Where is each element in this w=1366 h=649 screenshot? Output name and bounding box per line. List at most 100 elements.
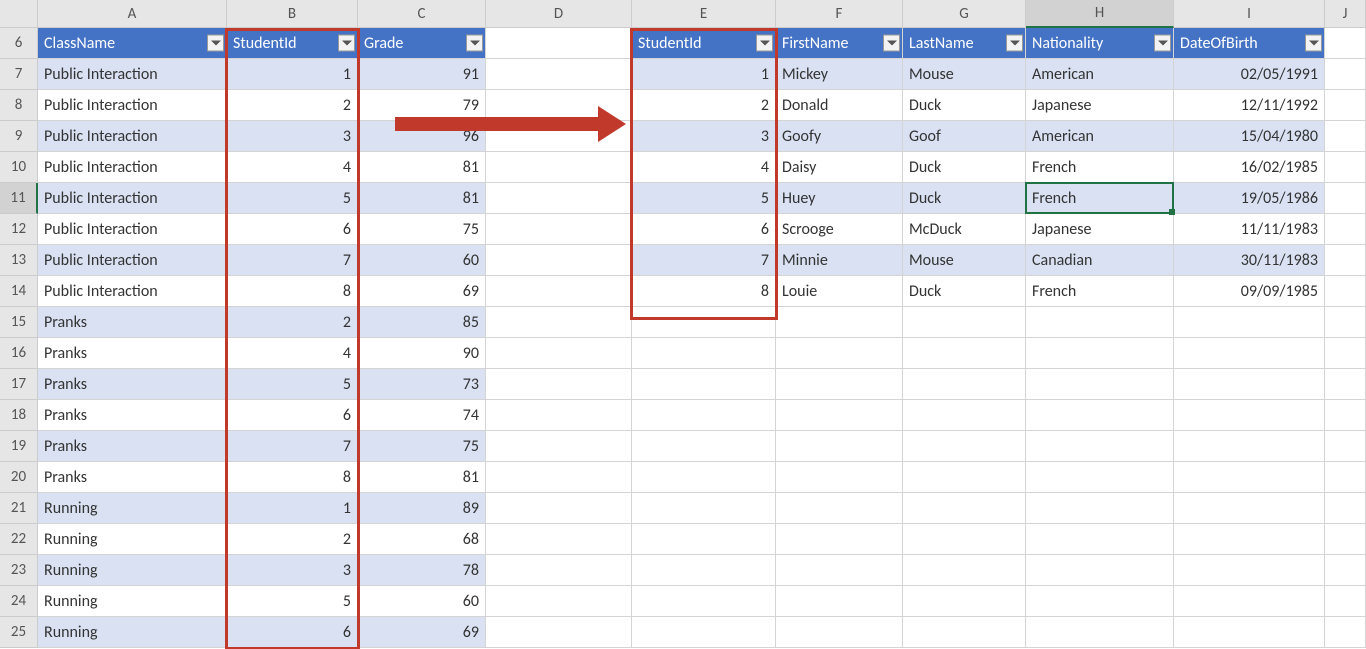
cell-J8[interactable] [1325, 90, 1366, 121]
cell-F24[interactable] [776, 586, 903, 617]
cell-B11[interactable]: 5 [227, 183, 358, 214]
cell-I11[interactable]: 19/05/1986 [1174, 183, 1325, 214]
cell-H16[interactable] [1026, 338, 1174, 369]
cell-J25[interactable] [1325, 617, 1366, 648]
cell-D7[interactable] [486, 59, 632, 90]
cell-B10[interactable]: 4 [227, 152, 358, 183]
cell-A17[interactable]: Pranks [38, 369, 227, 400]
cell-I14[interactable]: 09/09/1985 [1174, 276, 1325, 307]
cell-J14[interactable] [1325, 276, 1366, 307]
cell-J21[interactable] [1325, 493, 1366, 524]
cell-J13[interactable] [1325, 245, 1366, 276]
cell-C23[interactable]: 78 [358, 555, 486, 586]
cell-E19[interactable] [632, 431, 776, 462]
cell-F7[interactable]: Mickey [776, 59, 903, 90]
cell-H24[interactable] [1026, 586, 1174, 617]
cell-F18[interactable] [776, 400, 903, 431]
cell-E15[interactable] [632, 307, 776, 338]
cell-J17[interactable] [1325, 369, 1366, 400]
cell-J10[interactable] [1325, 152, 1366, 183]
cell-D13[interactable] [486, 245, 632, 276]
cell-G23[interactable] [903, 555, 1026, 586]
cell-A9[interactable]: Public Interaction [38, 121, 227, 152]
cell-J20[interactable] [1325, 462, 1366, 493]
cell-F14[interactable]: Louie [776, 276, 903, 307]
cell-A25[interactable]: Running [38, 617, 227, 648]
cell-C19[interactable]: 75 [358, 431, 486, 462]
cell-J15[interactable] [1325, 307, 1366, 338]
row-header-15[interactable]: 15 [0, 307, 38, 338]
cell-I15[interactable] [1174, 307, 1325, 338]
row-header-17[interactable]: 17 [0, 369, 38, 400]
cell-H7[interactable]: American [1026, 59, 1174, 90]
cell-A21[interactable]: Running [38, 493, 227, 524]
cell-C7[interactable]: 91 [358, 59, 486, 90]
row-header-18[interactable]: 18 [0, 400, 38, 431]
col-header-I[interactable]: I [1174, 0, 1325, 28]
filter-dropdown-icon[interactable] [1154, 35, 1171, 52]
row-header-13[interactable]: 13 [0, 245, 38, 276]
cell-H22[interactable] [1026, 524, 1174, 555]
cell-C15[interactable]: 85 [358, 307, 486, 338]
cell-I19[interactable] [1174, 431, 1325, 462]
cell-D12[interactable] [486, 214, 632, 245]
cell-A22[interactable]: Running [38, 524, 227, 555]
row-header-20[interactable]: 20 [0, 462, 38, 493]
col-header-G[interactable]: G [903, 0, 1026, 28]
col-header-F[interactable]: F [776, 0, 903, 28]
cell-A13[interactable]: Public Interaction [38, 245, 227, 276]
cell-B21[interactable]: 1 [227, 493, 358, 524]
cell-F9[interactable]: Goofy [776, 121, 903, 152]
cell-A11[interactable]: Public Interaction [38, 183, 227, 214]
cell-E23[interactable] [632, 555, 776, 586]
cell-D19[interactable] [486, 431, 632, 462]
cell-E11[interactable]: 5 [632, 183, 776, 214]
cell-D22[interactable] [486, 524, 632, 555]
cell-B18[interactable]: 6 [227, 400, 358, 431]
cell-grid[interactable]: ClassNameStudentIdGradeStudentIdFirstNam… [38, 28, 1366, 648]
col-header-H[interactable]: H [1026, 0, 1174, 28]
filter-dropdown-icon[interactable] [883, 35, 900, 52]
cell-B20[interactable]: 8 [227, 462, 358, 493]
cell-A15[interactable]: Pranks [38, 307, 227, 338]
cell-I16[interactable] [1174, 338, 1325, 369]
cell-A6[interactable]: ClassName [38, 28, 227, 59]
cell-H19[interactable] [1026, 431, 1174, 462]
filter-dropdown-icon[interactable] [338, 35, 355, 52]
cell-F8[interactable]: Donald [776, 90, 903, 121]
cell-C17[interactable]: 73 [358, 369, 486, 400]
cell-F16[interactable] [776, 338, 903, 369]
cell-D20[interactable] [486, 462, 632, 493]
cell-B25[interactable]: 6 [227, 617, 358, 648]
cell-B23[interactable]: 3 [227, 555, 358, 586]
cell-A24[interactable]: Running [38, 586, 227, 617]
cell-D18[interactable] [486, 400, 632, 431]
cell-E25[interactable] [632, 617, 776, 648]
cell-B17[interactable]: 5 [227, 369, 358, 400]
cell-C18[interactable]: 74 [358, 400, 486, 431]
cell-I8[interactable]: 12/11/1992 [1174, 90, 1325, 121]
cell-G10[interactable]: Duck [903, 152, 1026, 183]
cell-A10[interactable]: Public Interaction [38, 152, 227, 183]
cell-E7[interactable]: 1 [632, 59, 776, 90]
cell-E9[interactable]: 3 [632, 121, 776, 152]
cell-D11[interactable] [486, 183, 632, 214]
cell-C22[interactable]: 68 [358, 524, 486, 555]
row-header-24[interactable]: 24 [0, 586, 38, 617]
cell-A12[interactable]: Public Interaction [38, 214, 227, 245]
cell-G16[interactable] [903, 338, 1026, 369]
cell-B15[interactable]: 2 [227, 307, 358, 338]
cell-H25[interactable] [1026, 617, 1174, 648]
cell-F13[interactable]: Minnie [776, 245, 903, 276]
cell-B12[interactable]: 6 [227, 214, 358, 245]
cell-H12[interactable]: Japanese [1026, 214, 1174, 245]
cell-J16[interactable] [1325, 338, 1366, 369]
cell-I13[interactable]: 30/11/1983 [1174, 245, 1325, 276]
cell-A16[interactable]: Pranks [38, 338, 227, 369]
col-header-B[interactable]: B [227, 0, 358, 28]
cell-F6[interactable]: FirstName [776, 28, 903, 59]
cell-H20[interactable] [1026, 462, 1174, 493]
cell-A19[interactable]: Pranks [38, 431, 227, 462]
cell-G24[interactable] [903, 586, 1026, 617]
cell-E20[interactable] [632, 462, 776, 493]
